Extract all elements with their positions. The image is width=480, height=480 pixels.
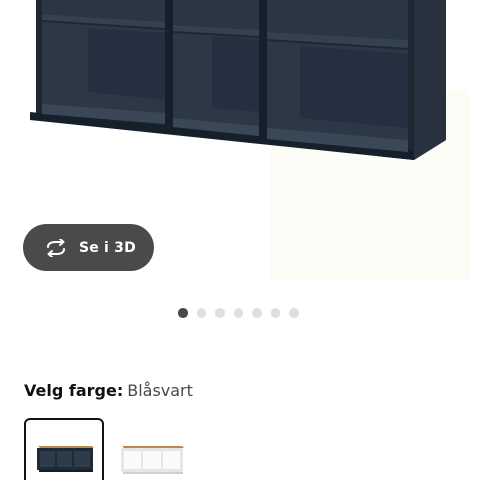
swatch-thumbnail-blue-black: [37, 446, 94, 472]
carousel-dot-6[interactable]: [270, 308, 280, 318]
product-page: Se i 3D Velg farge: Blåsvart: [0, 0, 480, 480]
carousel-dot-5[interactable]: [252, 308, 262, 318]
carousel-dot-4[interactable]: [233, 308, 243, 318]
cabinet-side: [414, 0, 446, 160]
swatch-thumbnail-white: [121, 446, 184, 474]
carousel-dot-3[interactable]: [215, 308, 225, 318]
carousel-dot-2[interactable]: [196, 308, 206, 318]
view-3d-button[interactable]: Se i 3D: [23, 224, 154, 271]
selected-color-value: Blåsvart: [127, 381, 193, 400]
carousel-dots: [178, 308, 299, 318]
view-3d-label: Se i 3D: [79, 239, 136, 256]
rotate-3d-icon: [43, 238, 69, 258]
color-swatch-blue-black[interactable]: [24, 418, 104, 480]
color-swatch-white[interactable]: [112, 418, 192, 480]
color-heading: Velg farge: Blåsvart: [24, 380, 193, 402]
color-heading-label: Velg farge:: [24, 381, 124, 400]
carousel-dot-7[interactable]: [289, 308, 299, 318]
carousel-dot-1[interactable]: [178, 308, 188, 318]
